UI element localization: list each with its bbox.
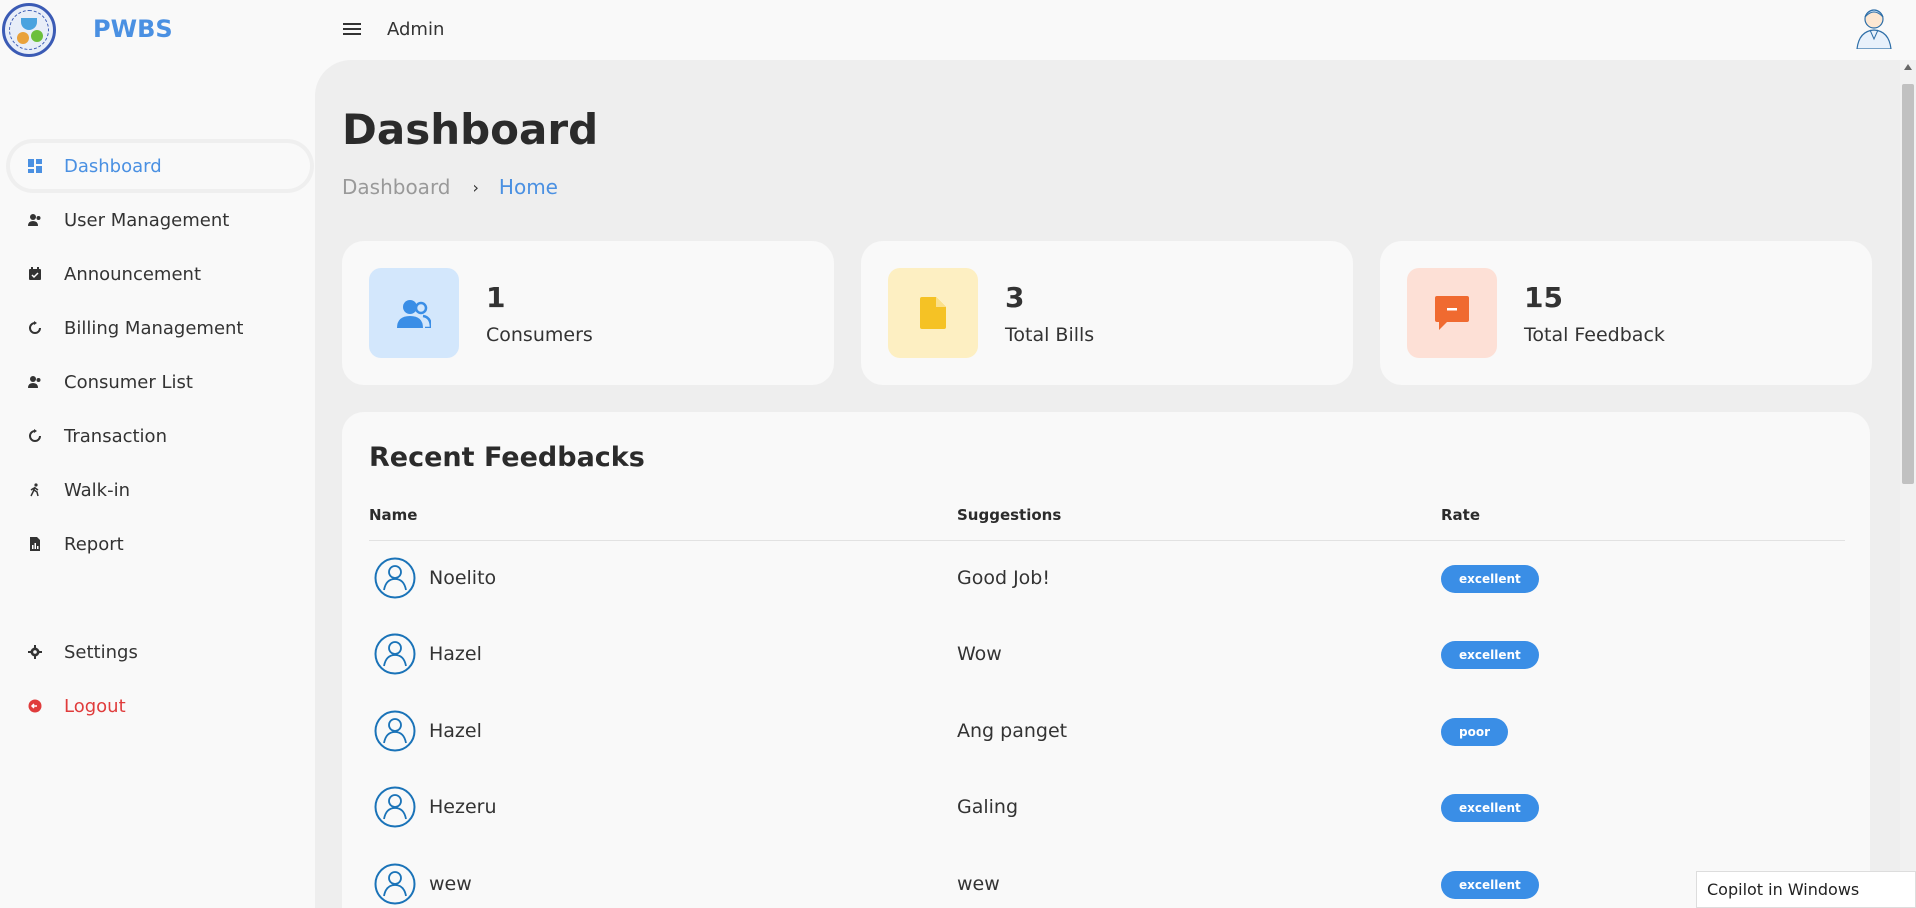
- rate-badge: excellent: [1441, 871, 1539, 899]
- logout-icon: [26, 697, 44, 715]
- sidebar-item-label: Billing Management: [64, 317, 244, 339]
- refresh-icon: [26, 319, 44, 337]
- breadcrumb-item-active[interactable]: Home: [499, 175, 558, 199]
- user-icon: [26, 373, 44, 391]
- copilot-badge[interactable]: Copilot in Windows (preview): [1696, 871, 1916, 908]
- recent-feedbacks-panel: Recent Feedbacks Name Suggestions Rate N…: [342, 412, 1870, 908]
- feedback-name: Hazel: [429, 720, 482, 742]
- feedback-suggestion: Wow: [957, 643, 1002, 665]
- stat-value: 15: [1524, 281, 1563, 314]
- message-icon: [1407, 268, 1497, 358]
- users-icon: [369, 268, 459, 358]
- calendar-check-icon: [26, 265, 44, 283]
- sidebar: Dashboard User Management Announcement B…: [0, 60, 315, 908]
- sidebar-item-label: Report: [64, 533, 124, 555]
- breadcrumb-item[interactable]: Dashboard: [342, 175, 451, 199]
- file-icon: [888, 268, 978, 358]
- chevron-right-icon: ›: [472, 177, 479, 197]
- column-header-suggestions: Suggestions: [957, 506, 1062, 524]
- table-row: wew wew excellent: [369, 853, 1845, 908]
- sidebar-item-consumer-list[interactable]: Consumer List: [10, 359, 310, 405]
- breadcrumb: Dashboard › Home: [342, 175, 558, 199]
- avatar[interactable]: [1853, 5, 1895, 49]
- sidebar-item-logout[interactable]: Logout: [10, 683, 310, 729]
- sidebar-item-label: Transaction: [64, 425, 167, 447]
- feedback-suggestion: wew: [957, 873, 1000, 895]
- stat-card-total-bills: 3 Total Bills: [861, 241, 1353, 385]
- sidebar-item-announcement[interactable]: Announcement: [10, 251, 310, 297]
- stat-card-consumers: 1 Consumers: [342, 241, 834, 385]
- logo: [2, 3, 56, 57]
- rate-badge: excellent: [1441, 794, 1539, 822]
- user-avatar-icon: [374, 557, 416, 599]
- stat-value: 3: [1005, 281, 1025, 314]
- refresh-icon: [26, 427, 44, 445]
- sidebar-item-billing-management[interactable]: Billing Management: [10, 305, 310, 351]
- feedback-suggestion: Ang panget: [957, 720, 1068, 742]
- sidebar-item-label: Settings: [64, 641, 138, 663]
- user-avatar-icon: [374, 633, 416, 675]
- table-row: Hezeru Galing excellent: [369, 776, 1845, 836]
- user-avatar-icon: [374, 863, 416, 905]
- sidebar-item-user-management[interactable]: User Management: [10, 197, 310, 243]
- sidebar-item-label: Announcement: [64, 263, 202, 285]
- sidebar-item-transaction[interactable]: Transaction: [10, 413, 310, 459]
- top-bar: PWBS Admin: [0, 0, 1916, 60]
- column-header-rate: Rate: [1441, 506, 1481, 524]
- scrollbar-thumb[interactable]: [1902, 84, 1914, 484]
- report-icon: [26, 535, 44, 553]
- stat-label: Total Feedback: [1524, 324, 1665, 346]
- scroll-up-icon[interactable]: [1904, 64, 1912, 70]
- feedback-name: wew: [429, 873, 472, 895]
- user-avatar-icon: [374, 786, 416, 828]
- stat-card-total-feedback: 15 Total Feedback: [1380, 241, 1872, 385]
- feedback-suggestion: Good Job!: [957, 567, 1050, 589]
- divider: [369, 540, 1845, 541]
- column-header-name: Name: [369, 506, 418, 524]
- rate-badge: excellent: [1441, 641, 1539, 669]
- table-row: Hazel Wow excellent: [369, 623, 1845, 683]
- menu-toggle-icon[interactable]: [343, 20, 361, 38]
- feedback-name: Hezeru: [429, 796, 497, 818]
- walking-icon: [26, 481, 44, 499]
- user-avatar-icon: [374, 710, 416, 752]
- page-title: Dashboard: [342, 105, 599, 154]
- section-title: Recent Feedbacks: [369, 442, 645, 473]
- sidebar-item-settings[interactable]: Settings: [10, 629, 310, 675]
- sidebar-item-label: Logout: [64, 695, 126, 717]
- user-role-label: Admin: [387, 19, 445, 40]
- sidebar-item-label: Consumer List: [64, 371, 193, 393]
- gear-icon: [26, 643, 44, 661]
- sidebar-item-label: User Management: [64, 209, 230, 231]
- sidebar-item-label: Walk-in: [64, 479, 131, 501]
- stat-value: 1: [486, 281, 506, 314]
- feedback-name: Hazel: [429, 643, 482, 665]
- rate-badge: excellent: [1441, 565, 1539, 593]
- scrollbar[interactable]: [1900, 60, 1916, 908]
- rate-badge: poor: [1441, 718, 1508, 746]
- feedback-suggestion: Galing: [957, 796, 1019, 818]
- sidebar-item-dashboard[interactable]: Dashboard: [10, 143, 310, 189]
- table-row: Noelito Good Job! excellent: [369, 547, 1845, 607]
- brand-name: PWBS: [93, 15, 173, 43]
- sidebar-item-report[interactable]: Report: [10, 521, 310, 567]
- table-row: Hazel Ang panget poor: [369, 700, 1845, 760]
- stat-label: Consumers: [486, 324, 593, 346]
- stat-label: Total Bills: [1005, 324, 1095, 346]
- main-content: Dashboard Dashboard › Home 1 Consumers 3…: [315, 60, 1900, 908]
- feedback-name: Noelito: [429, 567, 497, 589]
- dashboard-icon: [26, 157, 44, 175]
- user-icon: [26, 211, 44, 229]
- sidebar-item-label: Dashboard: [64, 155, 162, 177]
- sidebar-item-walk-in[interactable]: Walk-in: [10, 467, 310, 513]
